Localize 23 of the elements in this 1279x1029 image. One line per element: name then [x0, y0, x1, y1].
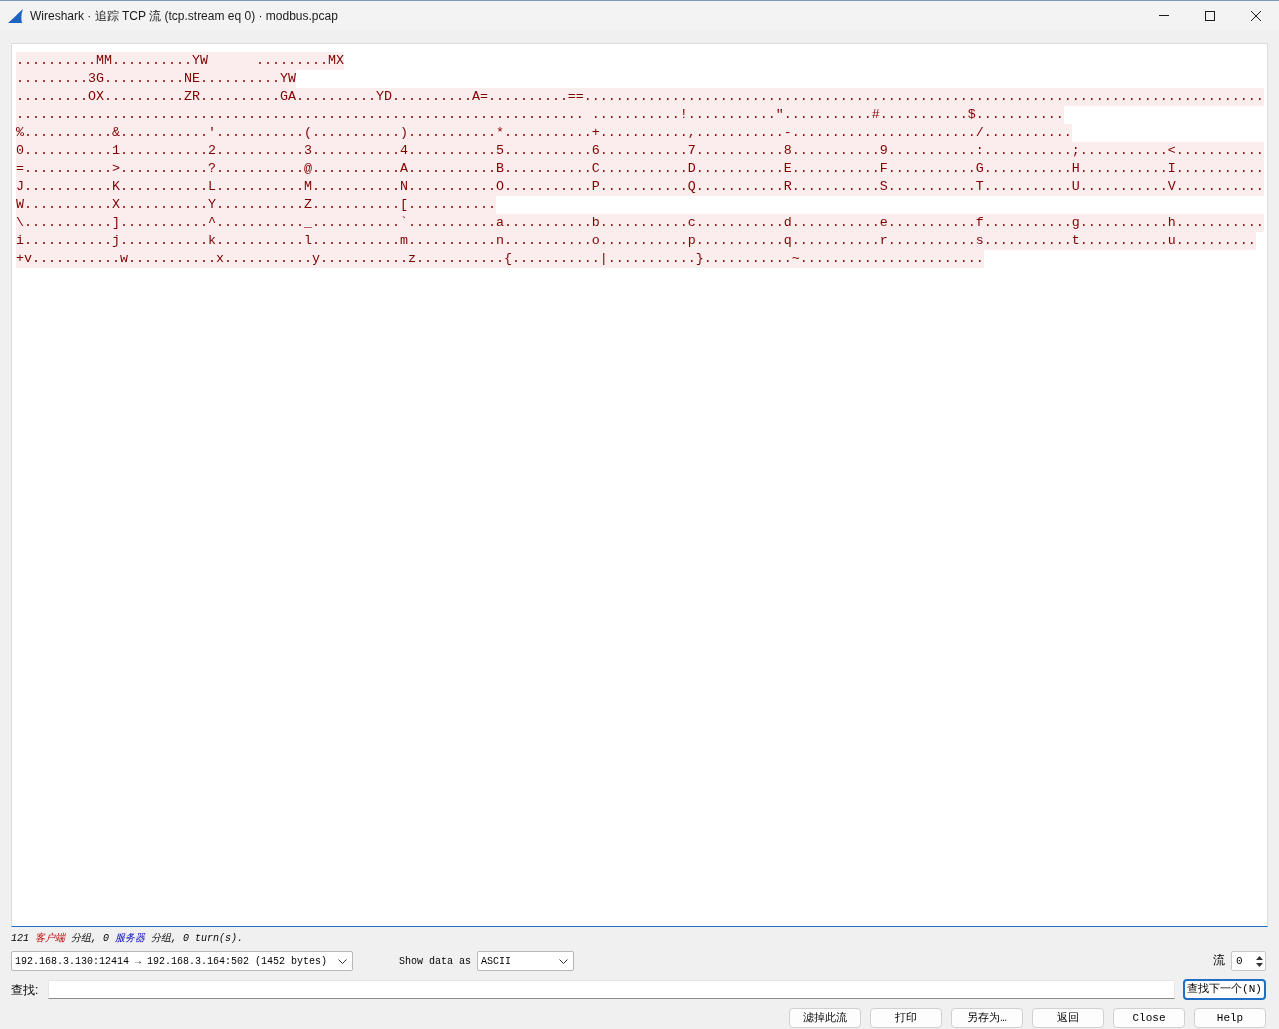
find-field[interactable] [48, 980, 1175, 999]
chevron-down-icon [559, 958, 568, 964]
stream-number-label: 流 [1213, 953, 1225, 970]
help-button[interactable]: Help [1194, 1008, 1266, 1028]
stream-summary: 121 客户端 分组, 0 服务器 分组, 0 turn(s). [11, 932, 244, 946]
close-button[interactable]: Close [1113, 1008, 1185, 1028]
spin-up-icon[interactable] [1256, 955, 1263, 960]
window-title: Wireshark · 追踪 TCP 流 (tcp.stream eq 0) · modbus.pcap [30, 7, 338, 25]
back-button[interactable]: 返回 [1032, 1008, 1104, 1028]
maximize-icon[interactable] [1205, 10, 1215, 21]
spin-down-icon[interactable] [1256, 962, 1263, 967]
print-button[interactable]: 打印 [870, 1008, 942, 1028]
shark-fin-icon [8, 8, 23, 23]
close-icon[interactable] [1251, 10, 1261, 21]
find-label: 查找: [11, 981, 40, 999]
show-data-as-select[interactable]: ASCII [477, 951, 574, 971]
stream-select[interactable]: 192.168.3.130:12414 → 192.168.3.164:502 (1452 bytes) [11, 951, 353, 971]
chevron-down-icon [338, 958, 347, 964]
filter-out-button[interactable]: 滤掉此流 [789, 1008, 861, 1028]
save-as-button[interactable]: 另存为… [951, 1008, 1023, 1028]
show-data-as-label: Show data as [399, 954, 471, 969]
find-next-button[interactable]: 查找下一个(N) [1183, 979, 1266, 1000]
stream-number-field[interactable]: 0 [1231, 951, 1266, 971]
